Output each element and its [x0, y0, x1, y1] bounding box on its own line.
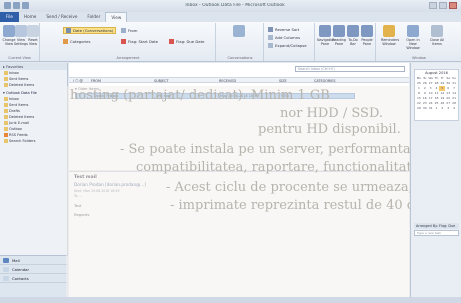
close-all-icon — [431, 25, 443, 37]
col-size[interactable]: SIZE — [279, 78, 287, 84]
mail-icon — [3, 258, 9, 263]
sort-icon — [268, 27, 273, 32]
maximize-icon[interactable] — [439, 2, 447, 9]
calendar-days: 25 26 27 28 29 30 31 1 2 3 4 5 6 7 8 9 10 11 12 13 14 15 16 17 1… — [415, 81, 458, 111]
new-task-input[interactable]: Type a new task — [414, 230, 459, 236]
contacts-icon — [3, 276, 9, 281]
close-icon[interactable] — [449, 2, 457, 9]
column-headers: ! ☐ @ FROM SUBJECT RECEIVED SIZE CATEGOR… — [69, 77, 409, 83]
col-categories[interactable]: CATEGORIES — [314, 78, 336, 84]
folder-icon — [4, 103, 8, 107]
todo-bar-icon — [347, 25, 359, 37]
flag-icon — [121, 39, 126, 44]
group-pane-layout: Navigation Pane Reading Pane To-Do Bar P… — [316, 23, 376, 61]
quick-access-toolbar — [4, 2, 29, 9]
conversations-icon — [233, 25, 245, 37]
folder-icon — [4, 83, 8, 87]
nav-favorites-deleted[interactable]: Deleted Items — [0, 82, 67, 88]
open-new-window-button[interactable]: Open in New Window — [405, 25, 421, 50]
undo-icon[interactable] — [22, 2, 29, 9]
arrange-flag-start[interactable]: Flag: Start Date — [121, 38, 158, 45]
new-window-icon — [407, 25, 419, 37]
arrange-date-conversations[interactable]: Date (Conversations) — [63, 27, 117, 34]
nav-contacts-button[interactable]: Contacts — [0, 274, 68, 283]
expand-collapse-button[interactable]: Expand/Collapse — [268, 42, 307, 49]
reading-pane-icon — [333, 25, 345, 37]
people-pane-button[interactable]: People Pane — [359, 25, 375, 46]
add-columns-button[interactable]: Add Columns — [268, 34, 300, 41]
close-all-items-button[interactable]: Close All Items — [429, 25, 445, 46]
folder-icon — [4, 115, 8, 119]
reset-view-icon — [27, 25, 39, 37]
overlay-line-4: - Se poate instala pe un server, perform… — [120, 142, 426, 157]
rss-icon — [4, 133, 8, 137]
favorites-header[interactable]: ▸ Favorites — [0, 63, 67, 70]
arrange-flag-due[interactable]: Flag: Due Date — [169, 38, 204, 45]
arrange-from[interactable]: From — [121, 27, 137, 34]
title-bar: Inbox - Outlook Data File - Microsoft Ou… — [0, 0, 461, 12]
navigation-pane-icon — [319, 25, 331, 37]
conversations-button[interactable] — [231, 25, 247, 38]
col-from[interactable]: FROM — [91, 78, 101, 84]
todo-bar: August 2016 Mo Tu We Th Fr Sa Su 25 26 27 28 29 30 3… — [410, 63, 461, 303]
tab-folder[interactable]: Folder — [82, 12, 105, 22]
status-bar — [0, 297, 461, 303]
expand-icon — [268, 43, 273, 48]
calendar-day[interactable]: 4 — [451, 106, 457, 111]
nav-calendar-button[interactable]: Calendar — [0, 265, 68, 274]
group-layout: Reverse Sort Add Columns Expand/Collapse — [265, 23, 315, 61]
col-received[interactable]: RECEIVED — [219, 78, 236, 84]
overlay-line-2: nor HDD / SSD. — [280, 106, 384, 121]
folder-icon — [4, 71, 8, 75]
reverse-sort-button[interactable]: Reverse Sort — [268, 26, 299, 33]
search-input[interactable]: Search Inbox (Ctrl+E) — [295, 66, 405, 72]
reset-view-button[interactable]: Reset View — [25, 25, 41, 46]
group-arrangement: Date (Conversations) From Categories Fla… — [41, 23, 216, 61]
bell-icon — [383, 25, 395, 37]
folder-icon — [4, 121, 8, 125]
nav-search-folders[interactable]: Search Folders — [0, 138, 67, 144]
col-flags[interactable]: ! ☐ @ — [73, 78, 83, 84]
categories-icon — [63, 39, 68, 44]
person-icon — [121, 28, 126, 33]
minimize-icon[interactable] — [429, 2, 437, 9]
navigation-buttons: Mail Calendar Contacts — [0, 255, 68, 303]
outlook-window: Inbox - Outlook Data File - Microsoft Ou… — [0, 0, 461, 303]
send-receive-icon[interactable] — [13, 2, 20, 9]
window-title: Inbox - Outlook Data File - Microsoft Ou… — [185, 3, 285, 8]
calendar-icon — [3, 267, 9, 272]
arrange-categories[interactable]: Categories — [63, 38, 90, 45]
calendar-icon — [66, 28, 71, 33]
group-window: Reminders Window Open in New Window Clos… — [377, 23, 461, 61]
group-conversations: Conversations — [217, 23, 264, 61]
columns-icon — [268, 35, 273, 40]
search-folder-icon — [4, 139, 8, 143]
reminders-window-button[interactable]: Reminders Window — [381, 25, 399, 46]
folder-icon — [4, 127, 8, 131]
tab-view[interactable]: View — [105, 12, 128, 22]
tab-home[interactable]: Home — [19, 12, 41, 22]
ribbon-tabs: File Home Send / Receive Folder View — [0, 12, 461, 22]
overlay-line-5: compatibilitatea, raportare, functionali… — [136, 160, 428, 175]
group-current-view: Change View View Settings Reset View Cur… — [0, 23, 40, 61]
save-icon[interactable] — [4, 2, 11, 9]
folder-icon — [4, 77, 8, 81]
folder-icon — [4, 109, 8, 113]
date-navigator: August 2016 Mo Tu We Th Fr Sa Su 25 26 27 28 29 30 3… — [414, 69, 459, 121]
folder-icon — [4, 97, 8, 101]
todo-arranged-by[interactable]: Arranged By: Flag: Due Date — [414, 223, 459, 234]
flag-due-icon — [169, 39, 174, 44]
tab-file[interactable]: File — [0, 12, 20, 22]
overlay-line-3: pentru HD disponibil. — [258, 122, 401, 137]
ribbon: Change View View Settings Reset View Cur… — [0, 22, 461, 62]
people-pane-icon — [361, 25, 373, 37]
overlay-line-1: hosting (partajat/ dedicat). Minim 1 GB — [70, 88, 330, 103]
window-controls — [429, 2, 457, 9]
navigation-pane: ▸ Favorites Inbox Sent Items Deleted Ite… — [0, 63, 68, 303]
tab-send-receive[interactable]: Send / Receive — [41, 12, 82, 22]
nav-mail-button[interactable]: Mail — [0, 256, 68, 265]
col-subject[interactable]: SUBJECT — [154, 78, 169, 84]
